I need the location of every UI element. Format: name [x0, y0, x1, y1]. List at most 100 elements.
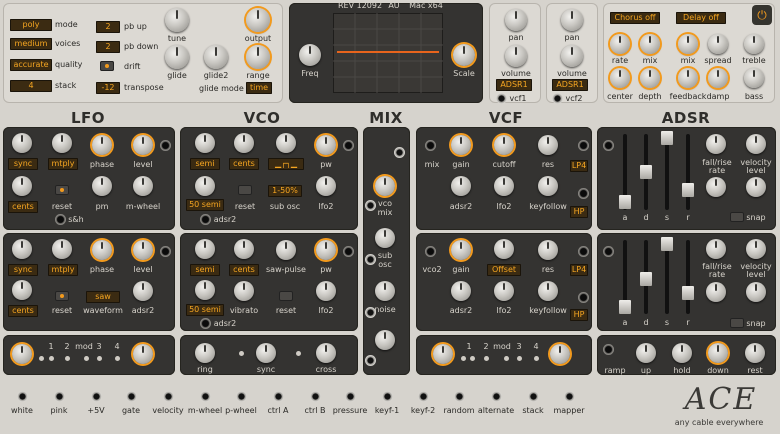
- lfo1-cents-knob[interactable]: [12, 176, 32, 196]
- vcf2-env-select[interactable]: ADSR1: [552, 79, 588, 91]
- source-jack-15[interactable]: [564, 391, 575, 402]
- adsr1-fallrise-knob[interactable]: [706, 134, 726, 154]
- vco2-vibrato-knob[interactable]: [234, 281, 254, 301]
- source-jack-14[interactable]: [528, 391, 539, 402]
- chorus-depth-knob[interactable]: [640, 68, 660, 88]
- vcf2-vco2-jack[interactable]: [425, 246, 436, 257]
- mix-extra-knob[interactable]: [375, 330, 395, 350]
- lfo2-rate-knob[interactable]: [12, 239, 32, 259]
- adsr2-in-jack[interactable]: [603, 246, 614, 257]
- lfo1-sh-jack[interactable]: [55, 214, 66, 225]
- vco1-lfo2-knob[interactable]: [316, 176, 336, 196]
- vco2-cents-knob[interactable]: [234, 239, 254, 259]
- vco1-cents-knob[interactable]: [234, 133, 254, 153]
- adsr1-sustain-slider[interactable]: [661, 131, 673, 145]
- lfo2-cents-knob[interactable]: [12, 280, 32, 300]
- adsr1-knob3[interactable]: [706, 177, 726, 197]
- adsr2-fallrise-knob[interactable]: [706, 239, 726, 259]
- lfo1-mtply-select[interactable]: mtply: [48, 158, 78, 170]
- mix-in3-jack[interactable]: [365, 254, 376, 265]
- source-jack-13[interactable]: [491, 391, 502, 402]
- source-jack-11[interactable]: [418, 391, 429, 402]
- vcf2-out-jack[interactable]: [578, 246, 589, 257]
- range-knob[interactable]: [246, 45, 270, 69]
- lfo-mod-dot-2[interactable]: [49, 356, 54, 361]
- vcf1-out-jack[interactable]: [578, 140, 589, 151]
- ramp-jack[interactable]: [603, 344, 614, 355]
- lfo2-out-jack[interactable]: [160, 246, 171, 257]
- mix-out-jack[interactable]: [365, 355, 376, 366]
- stack-select[interactable]: 4: [10, 80, 52, 92]
- vco1-reset-button[interactable]: [238, 185, 252, 195]
- adsr1-knob4[interactable]: [746, 177, 766, 197]
- lfo2-mtply-knob[interactable]: [52, 239, 72, 259]
- source-jack-4[interactable]: [163, 391, 174, 402]
- vcf-mod-dot-2[interactable]: [470, 356, 475, 361]
- source-jack-3[interactable]: [126, 391, 137, 402]
- power-button[interactable]: ⏻: [752, 5, 772, 25]
- adsr2-velocity-knob[interactable]: [746, 239, 766, 259]
- delay-spread-knob[interactable]: [708, 34, 728, 54]
- vco2-cents-select[interactable]: cents: [229, 264, 259, 276]
- voices-select[interactable]: medium: [10, 38, 52, 50]
- lfo-mod-dot-4[interactable]: [84, 356, 89, 361]
- vco1-range-knob[interactable]: [195, 176, 215, 196]
- lfo2-sync-select[interactable]: sync: [8, 264, 38, 276]
- source-jack-5[interactable]: [200, 391, 211, 402]
- vcf1-pan-knob[interactable]: [505, 9, 527, 31]
- vcf-mod-dot-4[interactable]: [504, 356, 509, 361]
- lfo2-adsr2-knob[interactable]: [133, 281, 153, 301]
- vcf2-adsr2-knob[interactable]: [451, 281, 471, 301]
- vco1-waveform-display[interactable]: ▁┌┐▁: [268, 158, 304, 170]
- vcf2-res-knob[interactable]: [538, 240, 558, 260]
- vco2-sawpulse-knob[interactable]: [276, 240, 296, 260]
- vco2-range-select[interactable]: 50 semi: [186, 304, 224, 316]
- vcf1-lp4-select[interactable]: LP4: [570, 160, 588, 172]
- ring-knob[interactable]: [195, 343, 215, 363]
- ramp-down-knob[interactable]: [708, 343, 728, 363]
- lfo-mod1-knob[interactable]: [12, 344, 32, 364]
- vcf1-volume-knob[interactable]: [505, 45, 527, 67]
- lfo-mod-dot-5[interactable]: [97, 356, 102, 361]
- lfo1-cents-select[interactable]: cents: [8, 201, 38, 213]
- vcf-mod-dot-1[interactable]: [461, 356, 466, 361]
- ramp-rest-knob[interactable]: [745, 343, 765, 363]
- source-jack-0[interactable]: [17, 391, 28, 402]
- chorus-select[interactable]: Chorus off: [610, 12, 660, 24]
- ramp-hold-knob[interactable]: [672, 343, 692, 363]
- lfo2-cents-select[interactable]: cents: [8, 305, 38, 317]
- lfo-mod-dot-1[interactable]: [39, 356, 44, 361]
- lfo1-level-knob[interactable]: [133, 135, 153, 155]
- tune-knob[interactable]: [165, 8, 189, 32]
- adsr1-release-slider[interactable]: [682, 183, 694, 197]
- scale-knob[interactable]: [453, 44, 475, 66]
- transpose-select[interactable]: -12: [96, 82, 120, 94]
- vcf2-hp-select[interactable]: HP: [570, 309, 588, 321]
- delay-select[interactable]: Delay off: [676, 12, 726, 24]
- adsr1-in-jack[interactable]: [603, 140, 614, 151]
- vcf1-lfo2-knob[interactable]: [494, 176, 514, 196]
- vcf1-env-select[interactable]: ADSR1: [496, 79, 532, 91]
- source-jack-10[interactable]: [382, 391, 393, 402]
- vcf1-res-knob[interactable]: [538, 135, 558, 155]
- vcf2-keyfollow-knob[interactable]: [538, 281, 558, 301]
- lfo1-sync-select[interactable]: sync: [8, 158, 38, 170]
- adsr2-sustain-slider[interactable]: [661, 237, 673, 251]
- ring-dot[interactable]: [239, 351, 244, 356]
- lfo2-phase-knob[interactable]: [92, 240, 112, 260]
- ramp-up-knob[interactable]: [636, 343, 656, 363]
- adsr1-decay-slider[interactable]: [640, 165, 652, 179]
- pbdown-select[interactable]: 2: [96, 41, 120, 53]
- delay-feedback-knob[interactable]: [678, 68, 698, 88]
- lfo2-reset-button[interactable]: [55, 291, 69, 301]
- adsr2-attack-slider[interactable]: [619, 300, 631, 314]
- vco1-range-select[interactable]: 50 semi: [186, 199, 224, 211]
- pbup-select[interactable]: 2: [96, 21, 120, 33]
- adsr1-velocity-knob[interactable]: [746, 134, 766, 154]
- source-jack-1[interactable]: [54, 391, 65, 402]
- delay-mix-knob[interactable]: [678, 34, 698, 54]
- vco2-range-knob[interactable]: [195, 280, 215, 300]
- vcf1-keyfollow-knob[interactable]: [538, 176, 558, 196]
- vcf2-volume-knob[interactable]: [561, 45, 583, 67]
- vco2-pw-knob[interactable]: [316, 240, 336, 260]
